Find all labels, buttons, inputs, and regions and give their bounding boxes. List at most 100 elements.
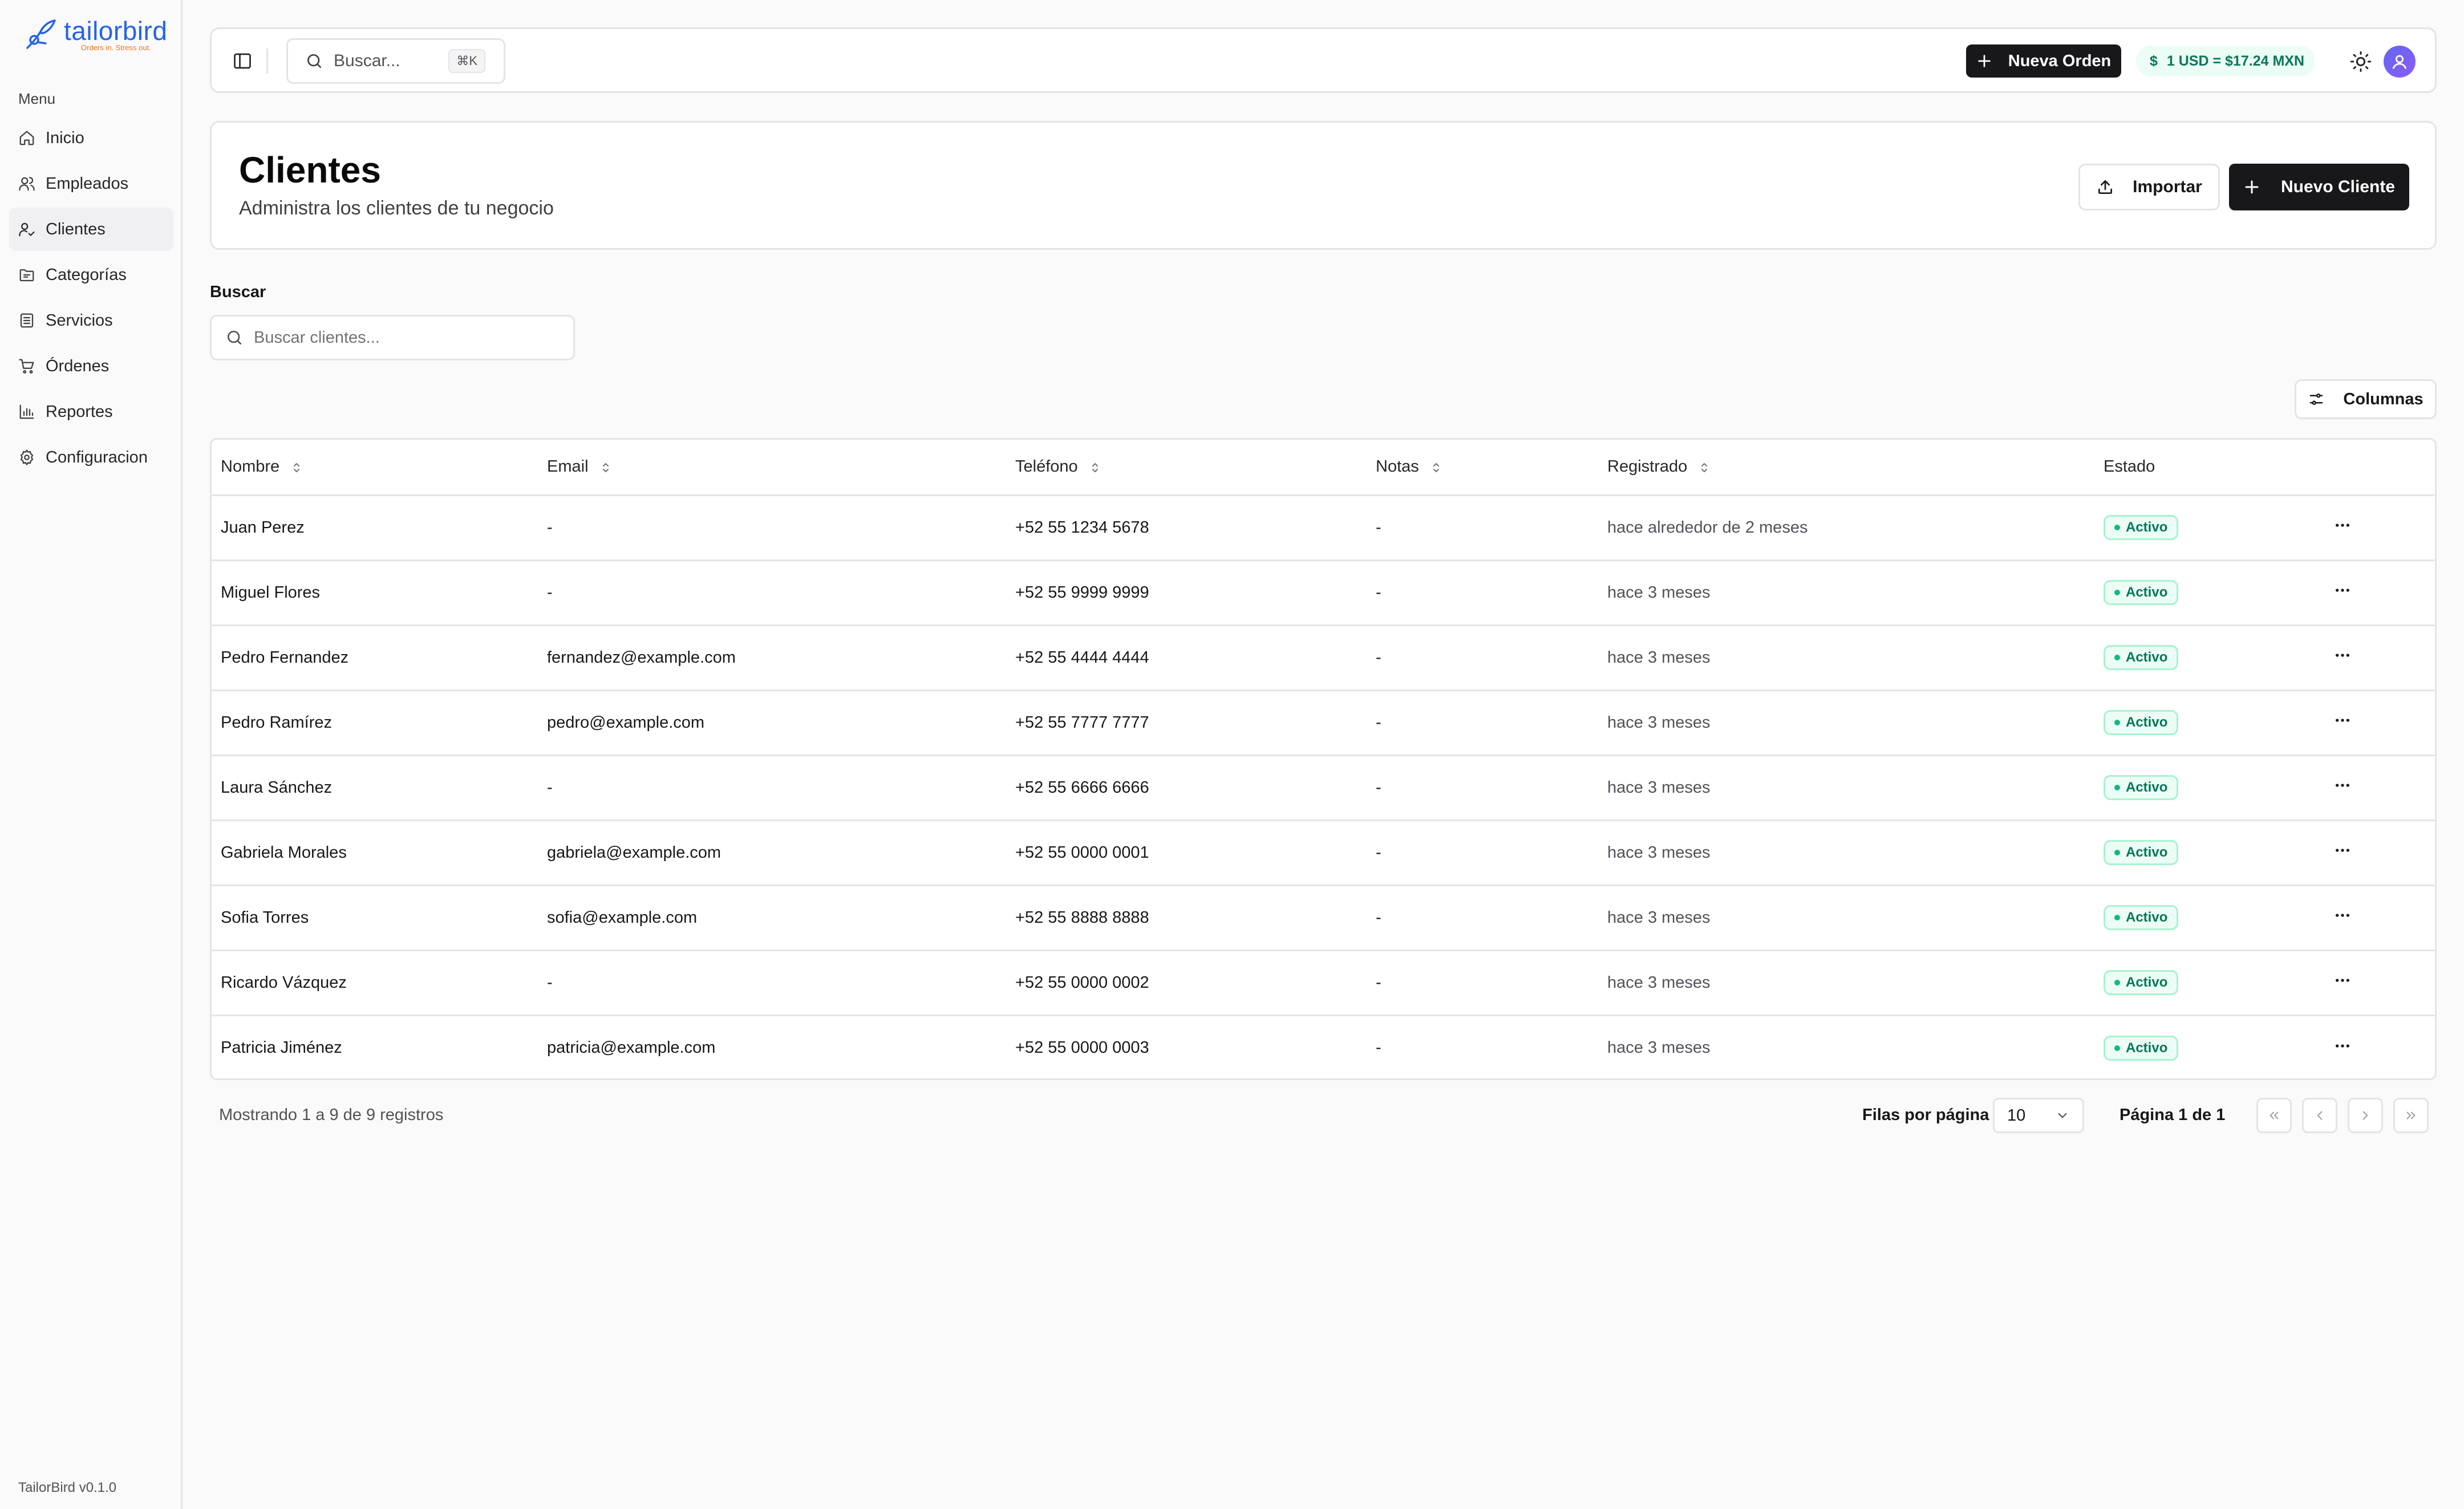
table-row[interactable]: Juan Perez - +52 55 1234 5678 - hace alr… <box>212 495 2435 561</box>
cell-registered: hace alrededor de 2 meses <box>1598 495 2094 561</box>
column-header-email[interactable]: Email <box>538 440 1006 496</box>
cell-phone: +52 55 0000 0003 <box>1015 1039 1149 1057</box>
upload-icon <box>2098 180 2113 194</box>
sidebar-item-label: Órdenes <box>46 356 110 375</box>
more-horizontal-icon[interactable] <box>2333 711 2352 729</box>
cell-registered: hace 3 meses <box>1607 1039 1711 1057</box>
sun-icon[interactable] <box>2349 50 2372 73</box>
status-badge: Activo <box>2104 710 2179 735</box>
columns-label: Columnas <box>2343 390 2424 408</box>
column-header-nombre[interactable]: Nombre <box>212 440 538 496</box>
column-header-registrado[interactable]: Registrado <box>1598 440 2094 496</box>
cell-email: patricia@example.com <box>547 1039 716 1057</box>
next-page-button[interactable] <box>2348 1098 2383 1133</box>
clients-table: Nombre Email Teléfono Notas Registrado E… <box>212 440 2435 1078</box>
clients-table-body: Juan Perez - +52 55 1234 5678 - hace alr… <box>212 495 2435 1078</box>
client-search-input[interactable] <box>254 328 562 347</box>
more-horizontal-icon[interactable] <box>2333 646 2352 664</box>
columns-button[interactable]: Columnas <box>2295 379 2437 419</box>
cell-notes: - <box>1367 495 1598 561</box>
sliders-icon <box>2310 394 2323 405</box>
logo[interactable]: tailorbird Orders in. Stress out. <box>23 16 167 52</box>
previous-page-button[interactable] <box>2302 1098 2337 1133</box>
chevron-right-icon <box>2362 1111 2368 1120</box>
sidebar-item-inicio[interactable]: Inicio <box>9 116 173 160</box>
status-dot <box>2114 1045 2120 1051</box>
more-horizontal-icon[interactable] <box>2333 841 2352 859</box>
sidebar-item-clientes[interactable]: Clientes <box>9 208 173 251</box>
table-row[interactable]: Patricia Jiménez patricia@example.com +5… <box>212 1015 2435 1078</box>
table-row[interactable]: Ricardo Vázquez - +52 55 0000 0002 - hac… <box>212 950 2435 1016</box>
user-icon <box>2392 55 2407 69</box>
rows-per-page-select[interactable]: 10 <box>1993 1098 2084 1133</box>
cell-registered: hace 3 meses <box>1598 950 2094 1016</box>
sidebar-item-reportes[interactable]: Reportes <box>9 390 173 433</box>
cell-actions <box>2321 820 2435 886</box>
import-label: Importar <box>2133 177 2202 196</box>
cell-phone: +52 55 6666 6666 <box>1006 755 1367 821</box>
more-horizontal-icon[interactable] <box>2333 971 2352 989</box>
sort-icon <box>1092 463 1098 472</box>
last-page-button[interactable] <box>2393 1098 2429 1133</box>
more-horizontal-icon[interactable] <box>2333 906 2352 924</box>
cell-name: Patricia Jiménez <box>221 1039 342 1057</box>
table-row[interactable]: Laura Sánchez - +52 55 6666 6666 - hace … <box>212 755 2435 821</box>
cell-registered: hace 3 meses <box>1598 690 2094 756</box>
cell-registered: hace 3 meses <box>1598 820 2094 886</box>
user-avatar[interactable] <box>2384 46 2416 78</box>
more-horizontal-icon[interactable] <box>2333 516 2352 534</box>
sidebar-item-categorias[interactable]: Categorías <box>9 253 173 297</box>
status-label: Activo <box>2126 780 2168 795</box>
status-label: Activo <box>2126 585 2168 600</box>
sidebar-toggle-icon[interactable] <box>232 51 253 71</box>
table-row[interactable]: Miguel Flores - +52 55 9999 9999 - hace … <box>212 560 2435 626</box>
cell-email: - <box>538 950 1006 1016</box>
cell-notes: - <box>1367 690 1598 756</box>
status-badge: Activo <box>2104 580 2179 605</box>
cell-phone: +52 55 4444 4444 <box>1006 625 1367 691</box>
first-page-button[interactable] <box>2256 1098 2292 1133</box>
table-row[interactable]: Gabriela Morales gabriela@example.com +5… <box>212 820 2435 886</box>
more-horizontal-icon[interactable] <box>2333 776 2352 794</box>
global-search-button[interactable]: Buscar... ⌘K <box>286 38 505 84</box>
clients-table-container: Nombre Email Teléfono Notas Registrado E… <box>210 438 2437 1080</box>
cell-actions <box>2321 950 2435 1016</box>
table-row[interactable]: Sofia Torres sofia@example.com +52 55 88… <box>212 885 2435 951</box>
search-shortcut-badge: ⌘K <box>448 49 485 73</box>
cell-actions <box>2321 560 2435 626</box>
plus-icon <box>1978 55 1991 67</box>
cell-actions <box>2321 755 2435 821</box>
new-order-label: Nueva Orden <box>2008 51 2112 70</box>
table-row[interactable]: Pedro Ramírez pedro@example.com +52 55 7… <box>212 690 2435 756</box>
cell-notes: - <box>1367 820 1598 886</box>
column-header-notas[interactable]: Notas <box>1367 440 1598 496</box>
new-order-button[interactable]: Nueva Orden <box>1966 44 2121 78</box>
status-dot <box>2114 525 2120 530</box>
status-dot <box>2114 590 2120 595</box>
new-client-label: Nuevo Cliente <box>2280 177 2396 196</box>
table-row[interactable]: Pedro Fernandez fernandez@example.com +5… <box>212 625 2435 691</box>
bar-chart-icon <box>19 404 34 419</box>
sidebar-item-configuracion[interactable]: Configuracion <box>9 436 173 479</box>
menu-label: Menu <box>18 90 56 107</box>
topbar: Buscar... ⌘K Nueva Orden $ 1 USD = $17.2… <box>210 27 2437 93</box>
import-button[interactable]: Importar <box>2078 164 2220 210</box>
more-horizontal-icon[interactable] <box>2333 581 2352 599</box>
cell-notes: - <box>1367 885 1598 951</box>
global-search-placeholder: Buscar... <box>334 51 400 70</box>
sidebar-item-ordenes[interactable]: Órdenes <box>9 344 173 388</box>
new-client-button[interactable]: Nuevo Cliente <box>2229 164 2409 210</box>
more-horizontal-icon[interactable] <box>2333 1037 2352 1055</box>
cell-phone: +52 55 8888 8888 <box>1006 885 1367 951</box>
sort-icon <box>294 463 300 472</box>
sidebar-item-servicios[interactable]: Servicios <box>9 299 173 342</box>
sidebar-item-empleados[interactable]: Empleados <box>9 162 173 205</box>
cell-status: Activo <box>2094 560 2321 626</box>
status-label: Activo <box>2126 715 2168 730</box>
rows-per-page-value: 10 <box>2007 1106 2026 1125</box>
cell-name: Juan Perez <box>212 495 538 561</box>
cell-status: Activo <box>2094 1015 2321 1078</box>
cell-registered: hace 3 meses <box>1598 560 2094 626</box>
status-label: Activo <box>2126 520 2168 535</box>
column-header-telefono[interactable]: Teléfono <box>1006 440 1367 496</box>
